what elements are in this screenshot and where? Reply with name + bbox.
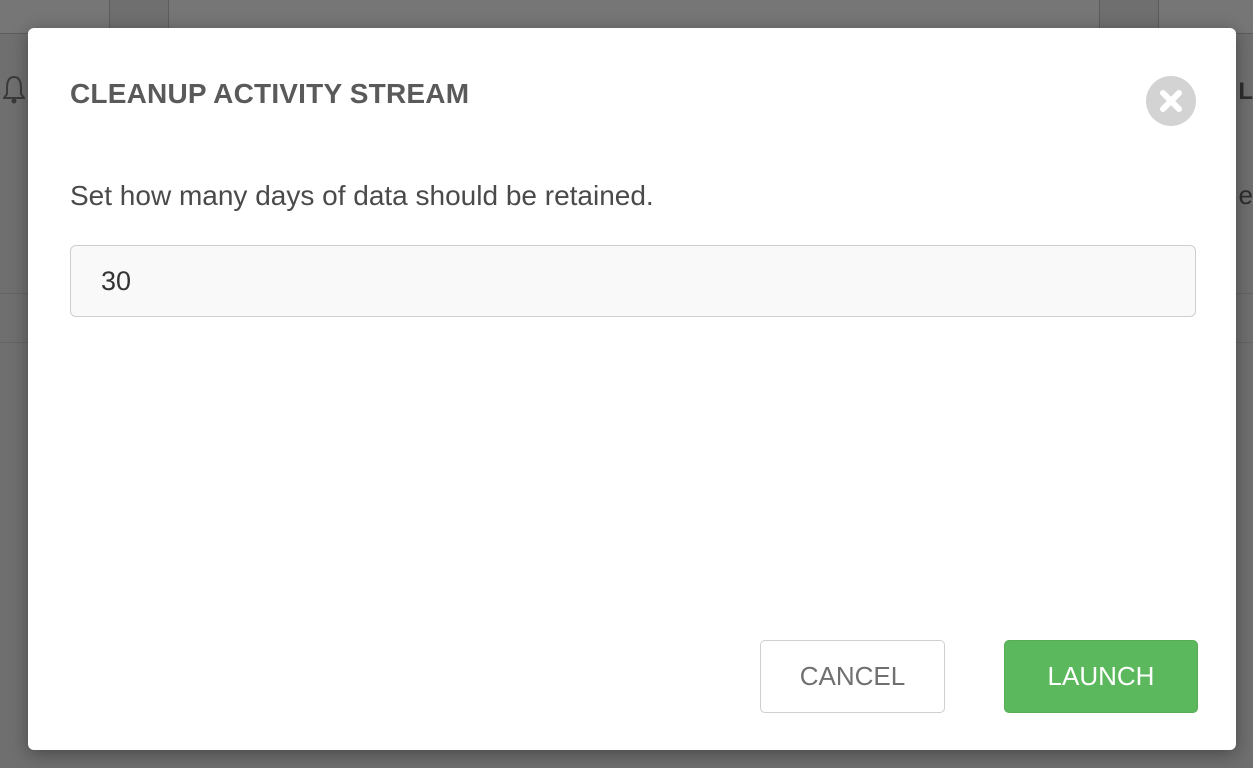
background-text: e bbox=[1238, 180, 1253, 210]
close-circle-icon bbox=[1160, 90, 1182, 112]
dialog-title: CLEANUP ACTIVITY STREAM bbox=[70, 78, 470, 109]
launch-button[interactable]: LAUNCH bbox=[1004, 640, 1198, 713]
days-retained-input[interactable] bbox=[70, 245, 1196, 317]
cancel-button[interactable]: CANCEL bbox=[760, 640, 945, 713]
bell-icon bbox=[2, 74, 26, 111]
background-text: L bbox=[1238, 78, 1253, 105]
retention-prompt: Set how many days of data should be reta… bbox=[70, 180, 654, 211]
close-button[interactable] bbox=[1146, 76, 1196, 126]
cleanup-dialog: CLEANUP ACTIVITY STREAM Set how many day… bbox=[28, 28, 1236, 750]
